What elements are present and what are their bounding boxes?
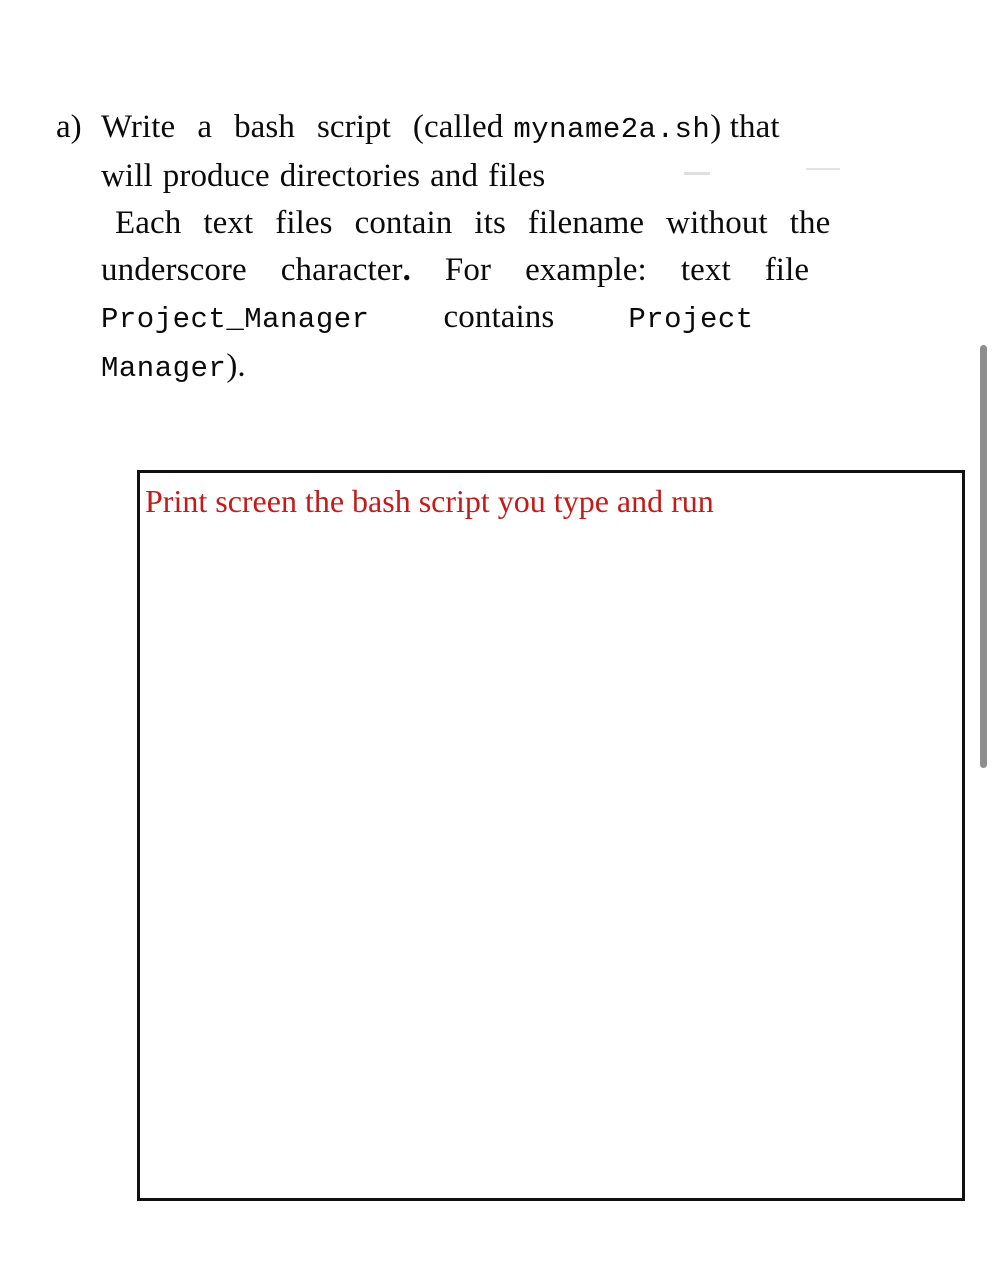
word-its: its — [474, 205, 506, 241]
word-directories: directories — [279, 158, 421, 194]
word-files-2: files — [275, 205, 333, 241]
word-underscore: underscore — [101, 252, 247, 288]
word-example: example: — [525, 252, 647, 288]
word-without: without — [666, 205, 768, 241]
word-bash: bash — [234, 109, 295, 145]
word-contains: contains — [443, 299, 555, 335]
example-filename: Project_Manager — [101, 303, 370, 336]
word-close-that: ) that — [710, 109, 780, 145]
word-write: Write — [101, 109, 176, 145]
word-each: Each — [115, 205, 182, 241]
scan-artifact-mark — [684, 172, 710, 175]
question-line-1: Write a bash script (called myname2a.sh) that — [101, 104, 930, 153]
period-mark: . — [402, 252, 411, 288]
document-page: a) Write a bash script (called myname2a.sh) t… — [0, 0, 998, 1280]
word-a: a — [197, 109, 213, 145]
word-filename: filename — [527, 205, 645, 241]
word-contain: contain — [354, 205, 453, 241]
question-line-4: underscore character. For example: text file — [101, 247, 930, 294]
question-block: a) Write a bash script (called myname2a.sh) t… — [56, 104, 930, 392]
question-line-3: Each text files contain its filename without th… — [115, 200, 930, 247]
example-content-part1: Project — [628, 303, 754, 336]
word-files: files — [488, 158, 546, 194]
word-and: and — [430, 158, 479, 194]
script-filename: myname2a.sh — [513, 113, 711, 146]
word-script: script — [316, 109, 391, 145]
word-produce: produce — [162, 158, 270, 194]
scrollbar-thumb[interactable] — [980, 345, 987, 768]
word-called-open: (called — [412, 109, 504, 145]
scan-artifact-mark-2 — [806, 168, 840, 170]
word-file: file — [764, 252, 810, 288]
word-the: the — [789, 205, 831, 241]
question-line-2: will produce directories and files — [101, 153, 930, 200]
question-marker: a) — [56, 109, 82, 145]
closing-paren: ). — [226, 348, 246, 384]
example-content-part2: Manager — [101, 352, 227, 385]
word-character: character — [280, 252, 403, 288]
question-line-6: Manager). — [101, 343, 930, 392]
word-for: For — [444, 252, 492, 288]
word-text: text — [203, 205, 254, 241]
word-will: will — [101, 158, 153, 194]
answer-box[interactable]: Print screen the bash script you type an… — [137, 470, 965, 1201]
answer-prompt-text: Print screen the bash script you type an… — [145, 483, 714, 519]
vertical-scrollbar[interactable] — [976, 340, 990, 774]
word-text-2: text — [680, 252, 731, 288]
question-line-5: Project_Manager contains Project — [101, 294, 930, 343]
